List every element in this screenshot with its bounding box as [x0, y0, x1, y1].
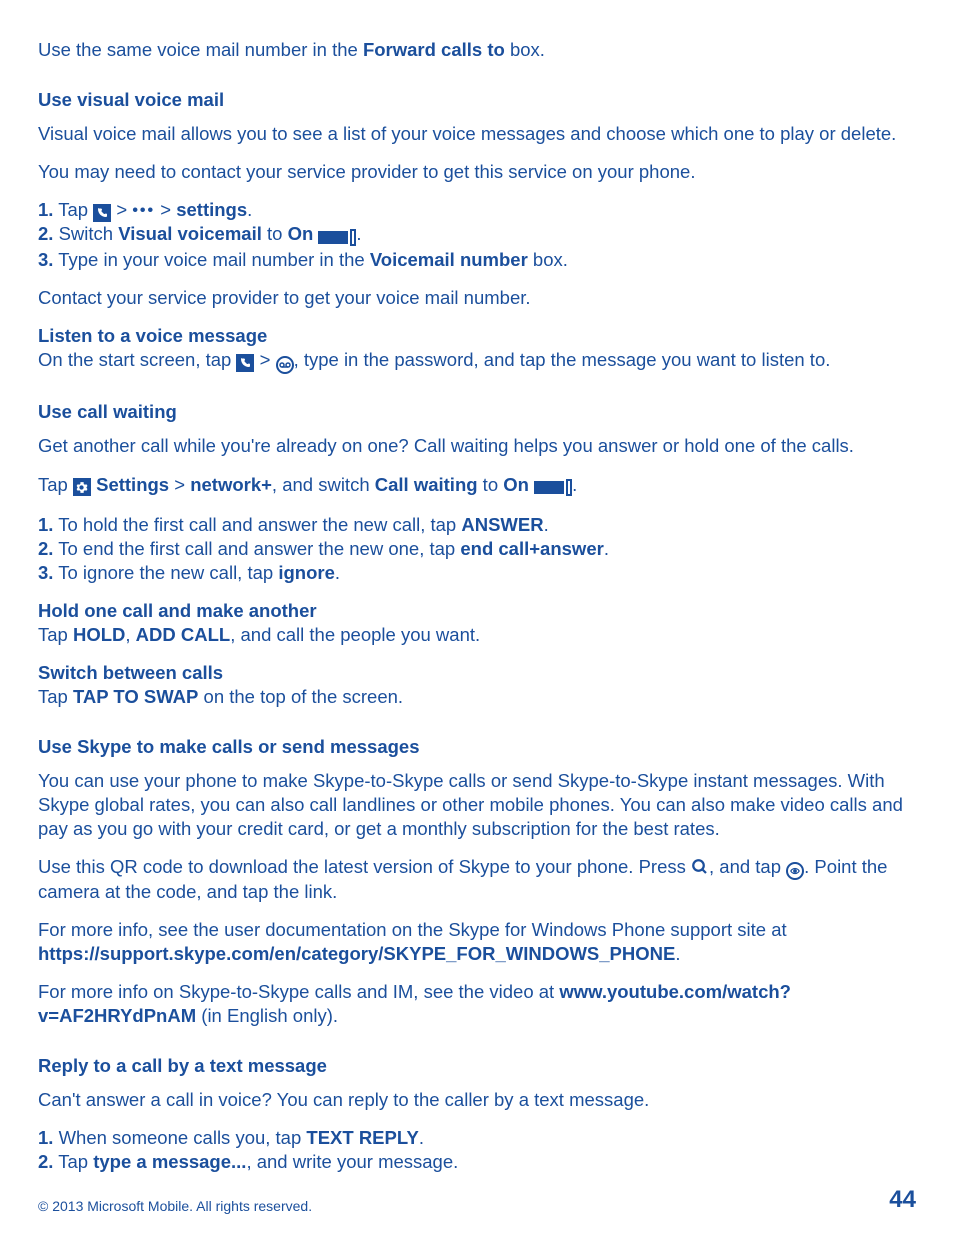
intro-line: Use the same voice mail number in the Fo…: [38, 38, 916, 62]
visual-vm-step-1: 1. Tap > ••• > settings.: [38, 198, 916, 222]
switch-between-calls-instr: Tap TAP TO SWAP on the top of the screen…: [38, 685, 916, 709]
hold-make-another-instr: Tap HOLD, ADD CALL, and call the people …: [38, 623, 916, 647]
toggle-on-icon: [534, 475, 572, 499]
skype-support-url[interactable]: https://support.skype.com/en/category/SK…: [38, 943, 675, 964]
skype-support-link: For more info, see the user documentatio…: [38, 918, 916, 966]
call-waiting-step-1: 1. To hold the first call and answer the…: [38, 513, 916, 537]
text-reply-step-1: 1. When someone calls you, tap TEXT REPL…: [38, 1126, 916, 1150]
page-number: 44: [889, 1184, 916, 1215]
more-dots-icon: •••: [132, 201, 155, 222]
phone-icon: [236, 354, 254, 372]
call-waiting-step-2: 2. To end the first call and answer the …: [38, 537, 916, 561]
phone-icon: [93, 204, 111, 222]
visual-vm-note: You may need to contact your service pro…: [38, 160, 916, 184]
skype-video-link: For more info on Skype-to-Skype calls an…: [38, 980, 916, 1028]
call-waiting-desc: Get another call while you're already on…: [38, 434, 916, 458]
section-title-skype: Use Skype to make calls or send messages: [38, 735, 916, 759]
visual-vm-contact-note: Contact your service provider to get you…: [38, 286, 916, 310]
subhead-switch-between-calls: Switch between calls: [38, 661, 916, 685]
toggle-on-icon: [318, 224, 356, 248]
voicemail-icon: [276, 356, 294, 374]
skype-qr-instr: Use this QR code to download the latest …: [38, 855, 916, 904]
page-footer: © 2013 Microsoft Mobile. All rights rese…: [38, 1184, 916, 1215]
copyright-text: © 2013 Microsoft Mobile. All rights rese…: [38, 1197, 312, 1215]
section-title-call-waiting: Use call waiting: [38, 400, 916, 424]
section-title-visual-voicemail: Use visual voice mail: [38, 88, 916, 112]
text-reply-desc: Can't answer a call in voice? You can re…: [38, 1088, 916, 1112]
search-icon: [691, 856, 709, 877]
visual-vm-step-3: 3. Type in your voice mail number in the…: [38, 248, 916, 272]
visual-vm-desc: Visual voice mail allows you to see a li…: [38, 122, 916, 146]
listen-voice-message-instr: On the start screen, tap > , type in the…: [38, 348, 916, 374]
subhead-hold-make-another: Hold one call and make another: [38, 599, 916, 623]
call-waiting-instr: Tap Settings > network+, and switch Call…: [38, 473, 916, 499]
subhead-listen-voice-message: Listen to a voice message: [38, 324, 916, 348]
section-title-text-reply: Reply to a call by a text message: [38, 1054, 916, 1078]
text-reply-step-2: 2. Tap type a message..., and write your…: [38, 1150, 916, 1174]
settings-icon: [73, 478, 91, 496]
visual-vm-step-2: 2. Switch Visual voicemail to On .: [38, 222, 916, 248]
vision-icon: [786, 862, 804, 880]
call-waiting-step-3: 3. To ignore the new call, tap ignore.: [38, 561, 916, 585]
skype-desc: You can use your phone to make Skype-to-…: [38, 769, 916, 841]
